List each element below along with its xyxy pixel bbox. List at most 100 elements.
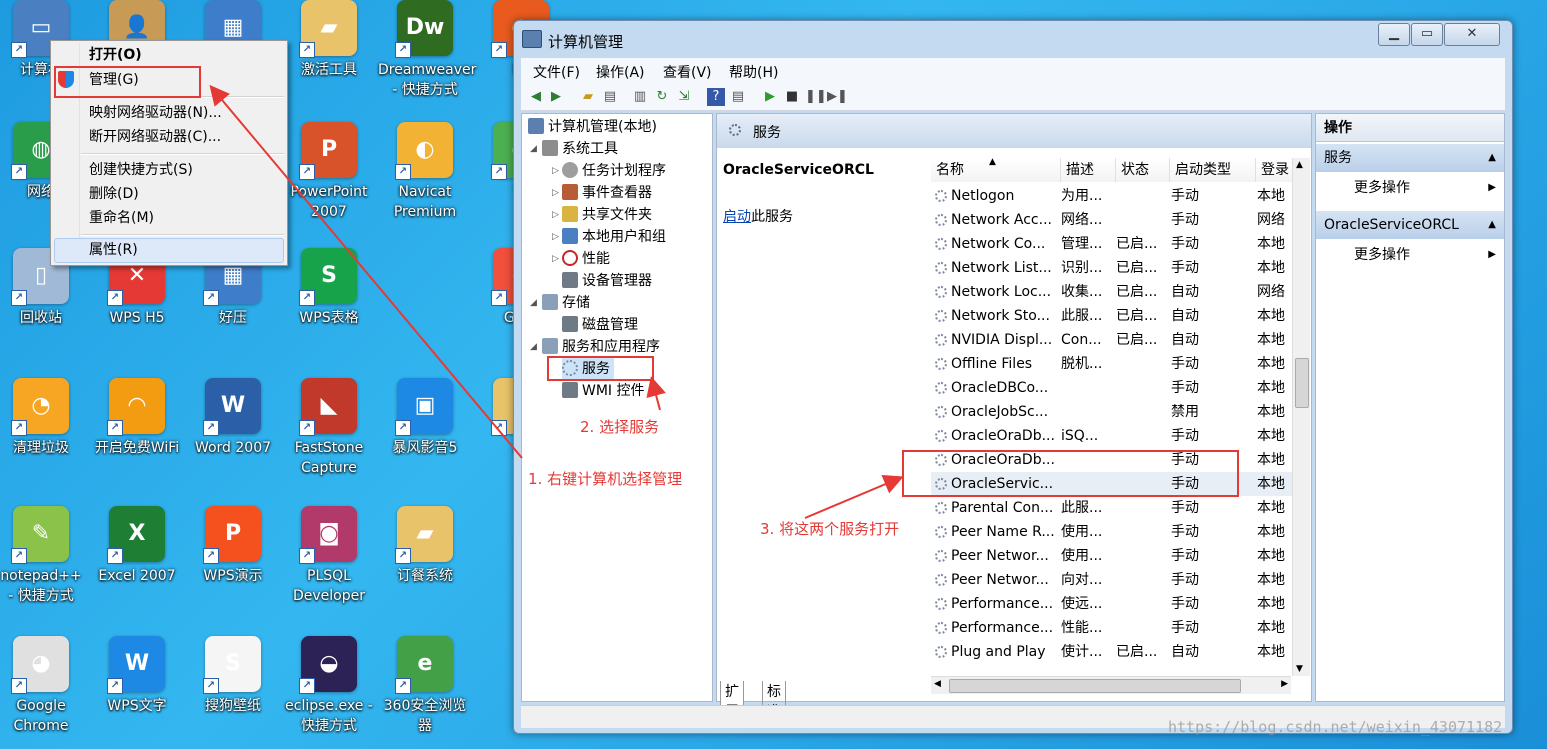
collapse-arrow-icon[interactable]: ▷ bbox=[552, 254, 559, 264]
table-row[interactable]: Netlogon 为用... 手动 本地 bbox=[931, 184, 1309, 208]
tree-services-apps[interactable]: 服务和应用程序 bbox=[542, 336, 660, 358]
desktop-icon[interactable]: ◠ ↗ 开启免费WiFi bbox=[90, 378, 184, 458]
table-row[interactable]: NVIDIA Displ... Con... 已启... 自动 本地 bbox=[931, 328, 1309, 352]
desktop-icon[interactable]: ✎ ↗ notepad++ - 快捷方式 bbox=[0, 506, 88, 606]
table-row[interactable]: Offline Files 脱机... 手动 本地 bbox=[931, 352, 1309, 376]
table-row[interactable]: Peer Name R... 使用... 手动 本地 bbox=[931, 520, 1309, 544]
desktop-icon[interactable]: ◒ ↗ eclipse.exe - 快捷方式 bbox=[282, 636, 376, 736]
desktop-icon[interactable]: ◕ ↗ Google Chrome bbox=[0, 636, 88, 736]
maximize-button[interactable]: ▭ bbox=[1411, 23, 1443, 46]
column-description[interactable]: 描述 bbox=[1061, 158, 1116, 182]
up-folder-icon[interactable]: ▰ bbox=[579, 88, 597, 106]
table-row[interactable]: Peer Networ... 使用... 手动 本地 bbox=[931, 544, 1309, 568]
table-row[interactable]: Plug and Play 使计... 已启... 自动 本地 bbox=[931, 640, 1309, 664]
refresh-icon[interactable]: ↻ bbox=[653, 88, 671, 106]
desktop-icon[interactable]: ▰ ↗ 订餐系统 bbox=[378, 506, 472, 586]
tree-device-manager[interactable]: 设备管理器 bbox=[562, 270, 652, 292]
table-row[interactable]: Network Acc... 网络... 手动 网络 bbox=[931, 208, 1309, 232]
tree-shared-folders[interactable]: 共享文件夹 bbox=[562, 204, 652, 226]
collapse-up-icon[interactable]: ▲ bbox=[1488, 144, 1496, 172]
desktop-icon[interactable]: ◔ ↗ 清理垃圾 bbox=[0, 378, 88, 458]
title-bar[interactable]: 计算机管理 ▁ ▭ ✕ bbox=[514, 21, 1512, 55]
forward-arrow-icon[interactable]: ▶ bbox=[547, 88, 565, 106]
tree-storage[interactable]: 存储 bbox=[542, 292, 590, 314]
table-row[interactable]: Network List... 识别... 已启... 手动 本地 bbox=[931, 256, 1309, 280]
scroll-thumb[interactable] bbox=[1295, 358, 1309, 408]
tree-disk-management[interactable]: 磁盘管理 bbox=[562, 314, 638, 336]
table-row[interactable]: OracleDBCo... 手动 本地 bbox=[931, 376, 1309, 400]
menu-action[interactable]: 操作(A) bbox=[596, 62, 645, 82]
tree-event-viewer[interactable]: 事件查看器 bbox=[562, 182, 652, 204]
table-row[interactable]: OracleJobSc... 禁用 本地 bbox=[931, 400, 1309, 424]
scroll-right-icon[interactable]: ▶ bbox=[1281, 679, 1288, 689]
menu-item-create-shortcut[interactable]: 创建快捷方式(S) bbox=[89, 159, 193, 181]
menu-item-properties[interactable]: 属性(R) bbox=[89, 239, 138, 261]
menu-item-map-drive[interactable]: 映射网络驱动器(N)... bbox=[89, 102, 222, 124]
scroll-left-icon[interactable]: ◀ bbox=[934, 679, 941, 689]
horizontal-scrollbar[interactable]: ◀ ▶ bbox=[931, 676, 1291, 694]
export-list-icon[interactable]: ▥ bbox=[631, 88, 649, 106]
menu-item-disconnect-drive[interactable]: 断开网络驱动器(C)... bbox=[89, 126, 221, 148]
help-icon[interactable]: ? bbox=[707, 88, 725, 106]
more-actions-2[interactable]: 更多操作 ▶ bbox=[1316, 241, 1504, 269]
desktop-icon[interactable]: X ↗ Excel 2007 bbox=[90, 506, 184, 586]
desktop-icon[interactable]: ◙ ↗ PLSQL Developer bbox=[282, 506, 376, 606]
tree-system-tools[interactable]: 系统工具 bbox=[542, 138, 618, 160]
collapse-arrow-icon[interactable]: ▷ bbox=[552, 210, 559, 220]
desktop-icon[interactable]: W ↗ WPS文字 bbox=[90, 636, 184, 716]
collapse-up-icon[interactable]: ▲ bbox=[1488, 211, 1496, 239]
menu-view[interactable]: 查看(V) bbox=[663, 62, 712, 82]
desktop-icon[interactable]: ◐ ↗ Navicat Premium bbox=[378, 122, 472, 222]
vertical-scrollbar[interactable]: ▲ ▼ bbox=[1292, 158, 1310, 676]
desktop-icon[interactable]: e ↗ 360安全浏览 器 bbox=[378, 636, 472, 736]
desktop-icon[interactable]: P ↗ PowerPoint 2007 bbox=[282, 122, 376, 222]
table-row[interactable]: Performance... 使远... 手动 本地 bbox=[931, 592, 1309, 616]
table-row[interactable]: Network Co... 管理... 已启... 手动 本地 bbox=[931, 232, 1309, 256]
properties-icon[interactable]: ▤ bbox=[729, 88, 747, 106]
desktop-icon[interactable]: S ↗ WPS表格 bbox=[282, 248, 376, 328]
export-icon[interactable]: ⇲ bbox=[675, 88, 693, 106]
desktop-icon[interactable]: P ↗ WPS演示 bbox=[186, 506, 280, 586]
menu-file[interactable]: 文件(F) bbox=[533, 62, 580, 82]
desktop-icon[interactable]: W ↗ Word 2007 bbox=[186, 378, 280, 458]
expand-arrow-icon[interactable]: ◢ bbox=[530, 342, 537, 352]
pause-icon[interactable]: ❚❚ bbox=[805, 88, 827, 106]
actions-section-services[interactable]: 服务 ▲ bbox=[1316, 144, 1504, 172]
scroll-up-icon[interactable]: ▲ bbox=[1296, 160, 1303, 170]
menu-help[interactable]: 帮助(H) bbox=[729, 62, 778, 82]
column-startup-type[interactable]: 启动类型 bbox=[1170, 158, 1256, 182]
table-row[interactable]: Parental Con... 此服... 手动 本地 bbox=[931, 496, 1309, 520]
tree-root[interactable]: 计算机管理(本地) bbox=[528, 116, 657, 138]
menu-item-open[interactable]: 打开(O) bbox=[89, 44, 142, 66]
hscroll-thumb[interactable] bbox=[949, 679, 1241, 693]
collapse-arrow-icon[interactable]: ▷ bbox=[552, 188, 559, 198]
desktop-icon[interactable]: ◣ ↗ FastStone Capture bbox=[282, 378, 376, 478]
table-row[interactable]: Performance... 性能... 手动 本地 bbox=[931, 616, 1309, 640]
back-arrow-icon[interactable]: ◀ bbox=[527, 88, 545, 106]
show-tree-icon[interactable]: ▤ bbox=[601, 88, 619, 106]
table-row[interactable]: Peer Networ... 向对... 手动 本地 bbox=[931, 568, 1309, 592]
desktop-icon[interactable]: Dw ↗ Dreamweaver - 快捷方式 bbox=[378, 0, 476, 100]
tree-local-users[interactable]: 本地用户和组 bbox=[562, 226, 666, 248]
column-name[interactable]: 名称 ▲ bbox=[931, 158, 1061, 182]
desktop-icon[interactable]: S ↗ 搜狗壁纸 bbox=[186, 636, 280, 716]
close-button[interactable]: ✕ bbox=[1444, 23, 1500, 46]
expand-arrow-icon[interactable]: ◢ bbox=[530, 144, 537, 154]
collapse-arrow-icon[interactable]: ▷ bbox=[552, 232, 559, 242]
desktop-icon[interactable]: ▰ ↗ 激活工具 bbox=[282, 0, 376, 80]
tree-performance[interactable]: 性能 bbox=[562, 248, 610, 270]
play-icon[interactable]: ▶ bbox=[761, 88, 779, 106]
minimize-button[interactable]: ▁ bbox=[1378, 23, 1410, 46]
table-row[interactable]: Network Loc... 收集... 已启... 自动 网络 bbox=[931, 280, 1309, 304]
menu-item-rename[interactable]: 重命名(M) bbox=[89, 207, 154, 229]
tree-task-scheduler[interactable]: 任务计划程序 bbox=[562, 160, 666, 182]
tree-wmi[interactable]: WMI 控件 bbox=[562, 380, 645, 402]
desktop-icon[interactable]: ▣ ↗ 暴风影音5 bbox=[378, 378, 472, 458]
table-row[interactable]: Network Sto... 此服... 已启... 自动 本地 bbox=[931, 304, 1309, 328]
more-actions-1[interactable]: 更多操作 ▶ bbox=[1316, 174, 1504, 202]
restart-icon[interactable]: ▶❚ bbox=[827, 88, 848, 106]
collapse-arrow-icon[interactable]: ▷ bbox=[552, 166, 559, 176]
start-service-link[interactable]: 启动 bbox=[723, 209, 751, 225]
scroll-down-icon[interactable]: ▼ bbox=[1296, 664, 1303, 674]
column-status[interactable]: 状态 bbox=[1116, 158, 1170, 182]
